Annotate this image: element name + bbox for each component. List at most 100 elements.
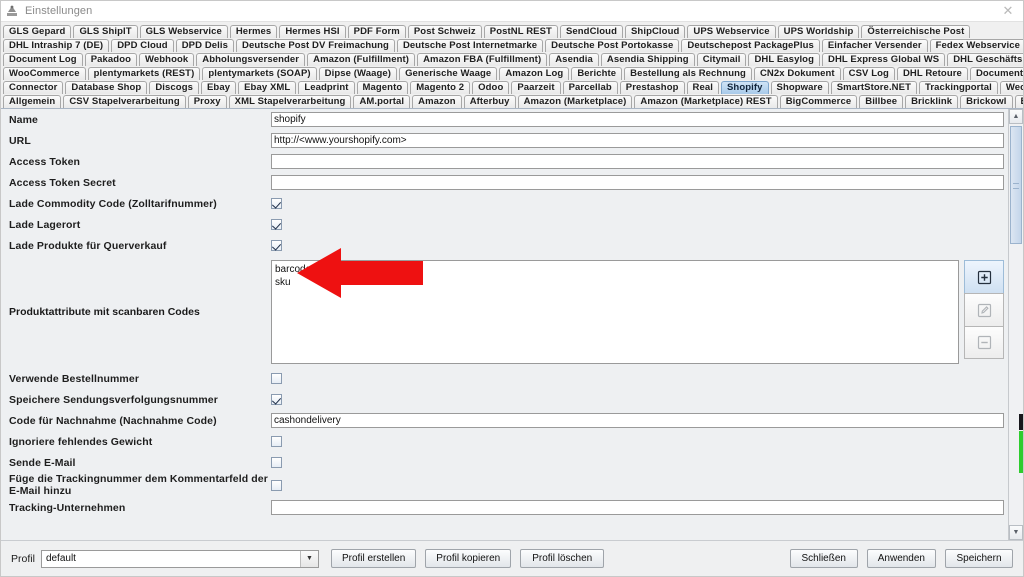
input-url[interactable] bbox=[271, 133, 1004, 148]
profile-select[interactable]: default ▼ bbox=[40, 549, 319, 568]
scroll-thumb[interactable] bbox=[1010, 126, 1022, 244]
checkbox-verwende-bestellnummer[interactable] bbox=[271, 373, 282, 384]
tab-billbee[interactable]: Billbee bbox=[859, 95, 904, 108]
input-name[interactable] bbox=[271, 112, 1004, 127]
tab-dpd-delis[interactable]: DPD Delis bbox=[175, 39, 235, 52]
tab-afterbuy[interactable]: Afterbuy bbox=[463, 95, 516, 108]
tab-connector[interactable]: Connector bbox=[3, 81, 64, 94]
tab-gls-webservice[interactable]: GLS Webservice bbox=[139, 25, 228, 38]
tab-webhook[interactable]: Webhook bbox=[139, 53, 195, 66]
checkbox-füge-die-trackingnummer-dem-kommentarfeld-der-e-mail-hinzu[interactable] bbox=[271, 479, 282, 491]
checkbox-ignoriere-fehlendes-gewicht[interactable] bbox=[271, 436, 282, 447]
input-code-für-nachnahme-nachnahme-code[interactable] bbox=[271, 413, 1004, 428]
tab-pdf-form[interactable]: PDF Form bbox=[347, 25, 406, 38]
tab-sterreichische-post[interactable]: Österreichische Post bbox=[861, 25, 971, 38]
tab-trackingportal[interactable]: Trackingportal bbox=[919, 81, 998, 94]
tab-fedex-webservice[interactable]: Fedex Webservice bbox=[929, 39, 1023, 52]
tab-pakadoo[interactable]: Pakadoo bbox=[84, 53, 137, 66]
checkbox-speichere-sendungsverfolgungsnummer[interactable] bbox=[271, 394, 282, 405]
tab-amazon-log[interactable]: Amazon Log bbox=[499, 67, 570, 80]
tab-amazon-fulfillment[interactable]: Amazon (Fulfillment) bbox=[307, 53, 416, 66]
input-tracking-unternehmen[interactable] bbox=[271, 500, 1004, 515]
save-button[interactable]: Speichern bbox=[945, 549, 1013, 568]
tab-hermes[interactable]: Hermes bbox=[229, 25, 278, 38]
tab-real[interactable]: Real bbox=[686, 81, 719, 94]
tab-dhl-easylog[interactable]: DHL Easylog bbox=[748, 53, 820, 66]
create-profile-button[interactable]: Profil erstellen bbox=[330, 549, 417, 568]
tab-plentymarkets-rest[interactable]: plentymarkets (REST) bbox=[87, 67, 201, 80]
tab-document-log[interactable]: Document Log bbox=[3, 53, 83, 66]
apply-button[interactable]: Anwenden bbox=[866, 549, 936, 568]
checkbox-lade-lagerort[interactable] bbox=[271, 219, 282, 230]
tab-bigcommerce[interactable]: BigCommerce bbox=[779, 95, 858, 108]
tab-amazon-marketplace-rest[interactable]: Amazon (Marketplace) REST bbox=[634, 95, 778, 108]
tab-csv-stapelverarbeitung[interactable]: CSV Stapelverarbeitung bbox=[63, 95, 186, 108]
tab-dipse-waage[interactable]: Dipse (Waage) bbox=[318, 67, 398, 80]
vertical-scrollbar[interactable]: ▲ ▼ bbox=[1008, 109, 1023, 540]
tab-post-schweiz[interactable]: Post Schweiz bbox=[407, 25, 482, 38]
tab-smartstore-net[interactable]: SmartStore.NET bbox=[830, 81, 917, 94]
tab-brickscout[interactable]: Brickscout bbox=[1014, 95, 1023, 108]
tab-prestashop[interactable]: Prestashop bbox=[619, 81, 685, 94]
tab-plentymarkets-soap[interactable]: plentymarkets (SOAP) bbox=[202, 67, 317, 80]
tab-leadprint[interactable]: Leadprint bbox=[298, 81, 355, 94]
tab-brickowl[interactable]: Brickowl bbox=[960, 95, 1013, 108]
input-access-token-secret[interactable] bbox=[271, 175, 1004, 190]
tab-document-downloader[interactable]: Document Downloader bbox=[969, 67, 1023, 80]
tab-shipcloud[interactable]: ShipCloud bbox=[624, 25, 686, 38]
tab-amazon-marketplace[interactable]: Amazon (Marketplace) bbox=[517, 95, 633, 108]
tab-bricklink[interactable]: Bricklink bbox=[905, 95, 959, 108]
tab-gls-gepard[interactable]: GLS Gepard bbox=[3, 25, 72, 38]
delete-profile-button[interactable]: Profil löschen bbox=[520, 549, 605, 568]
tab-amazon-fba-fulfillment[interactable]: Amazon FBA (Fulfillment) bbox=[417, 53, 548, 66]
tab-ebay[interactable]: Ebay bbox=[201, 81, 237, 94]
tab-parcellab[interactable]: Parcellab bbox=[562, 81, 618, 94]
list-item[interactable]: sku bbox=[275, 276, 955, 289]
tab-ups-webservice[interactable]: UPS Webservice bbox=[687, 25, 776, 38]
tab-einfacher-versender[interactable]: Einfacher Versender bbox=[821, 39, 928, 52]
tab-allgemein[interactable]: Allgemein bbox=[3, 95, 62, 108]
tab-hermes-hsi[interactable]: Hermes HSI bbox=[279, 25, 346, 38]
tab-paarzeit[interactable]: Paarzeit bbox=[511, 81, 561, 94]
tab-dpd-cloud[interactable]: DPD Cloud bbox=[111, 39, 174, 52]
tab-odoo[interactable]: Odoo bbox=[472, 81, 510, 94]
tab-gls-shipit[interactable]: GLS ShipIT bbox=[73, 25, 138, 38]
checkbox-lade-commodity-code-zolltarifnummer[interactable] bbox=[271, 198, 282, 209]
checkbox-sende-e-mail[interactable] bbox=[271, 457, 282, 468]
tab-csv-log[interactable]: CSV Log bbox=[842, 67, 895, 80]
tab-postnl-rest[interactable]: PostNL REST bbox=[483, 25, 558, 38]
scroll-down-button[interactable]: ▼ bbox=[1009, 525, 1023, 540]
scannable-codes-list[interactable]: barcode sku bbox=[271, 260, 959, 364]
input-access-token[interactable] bbox=[271, 154, 1004, 169]
close-button[interactable]: Schließen bbox=[789, 549, 858, 568]
tab-dhl-intraship-7-de[interactable]: DHL Intraship 7 (DE) bbox=[3, 39, 110, 52]
tab-shopware[interactable]: Shopware bbox=[770, 81, 829, 94]
tab-ebay-xml[interactable]: Ebay XML bbox=[238, 81, 297, 94]
tab-bestellung-als-rechnung[interactable]: Bestellung als Rechnung bbox=[624, 67, 752, 80]
tab-deutsche-post-dv-freimachung[interactable]: Deutsche Post DV Freimachung bbox=[236, 39, 395, 52]
scroll-up-button[interactable]: ▲ bbox=[1009, 109, 1023, 124]
tab-woocommerce[interactable]: WooCommerce bbox=[3, 67, 86, 80]
tab-proxy[interactable]: Proxy bbox=[187, 95, 227, 108]
close-icon[interactable]: ✕ bbox=[993, 1, 1023, 21]
tab-asendia-shipping[interactable]: Asendia Shipping bbox=[600, 53, 695, 66]
tab-sendcloud[interactable]: SendCloud bbox=[559, 25, 623, 38]
tab-asendia[interactable]: Asendia bbox=[549, 53, 599, 66]
tab-abholungsversender[interactable]: Abholungsversender bbox=[196, 53, 306, 66]
tab-am-portal[interactable]: AM.portal bbox=[353, 95, 411, 108]
add-item-button[interactable] bbox=[964, 260, 1004, 293]
tab-amazon[interactable]: Amazon bbox=[412, 95, 462, 108]
tab-citymail[interactable]: Citymail bbox=[696, 53, 747, 66]
tab-berichte[interactable]: Berichte bbox=[571, 67, 623, 80]
tab-ups-worldship[interactable]: UPS Worldship bbox=[777, 25, 860, 38]
tab-dhl-express-global-ws[interactable]: DHL Express Global WS bbox=[822, 53, 946, 66]
tab-database-shop[interactable]: Database Shop bbox=[65, 81, 148, 94]
tab-dhl-gesch-ftskundenversand[interactable]: DHL Geschäftskundenversand bbox=[947, 53, 1023, 66]
copy-profile-button[interactable]: Profil kopieren bbox=[425, 549, 512, 568]
tab-dhl-retoure[interactable]: DHL Retoure bbox=[896, 67, 968, 80]
tab-deutschepost-packageplus[interactable]: Deutschepost PackagePlus bbox=[681, 39, 820, 52]
tab-deutsche-post-portokasse[interactable]: Deutsche Post Portokasse bbox=[545, 39, 680, 52]
tab-generische-waage[interactable]: Generische Waage bbox=[399, 67, 498, 80]
list-item[interactable]: barcode bbox=[275, 263, 955, 276]
tab-xml-stapelverarbeitung[interactable]: XML Stapelverarbeitung bbox=[228, 95, 352, 108]
